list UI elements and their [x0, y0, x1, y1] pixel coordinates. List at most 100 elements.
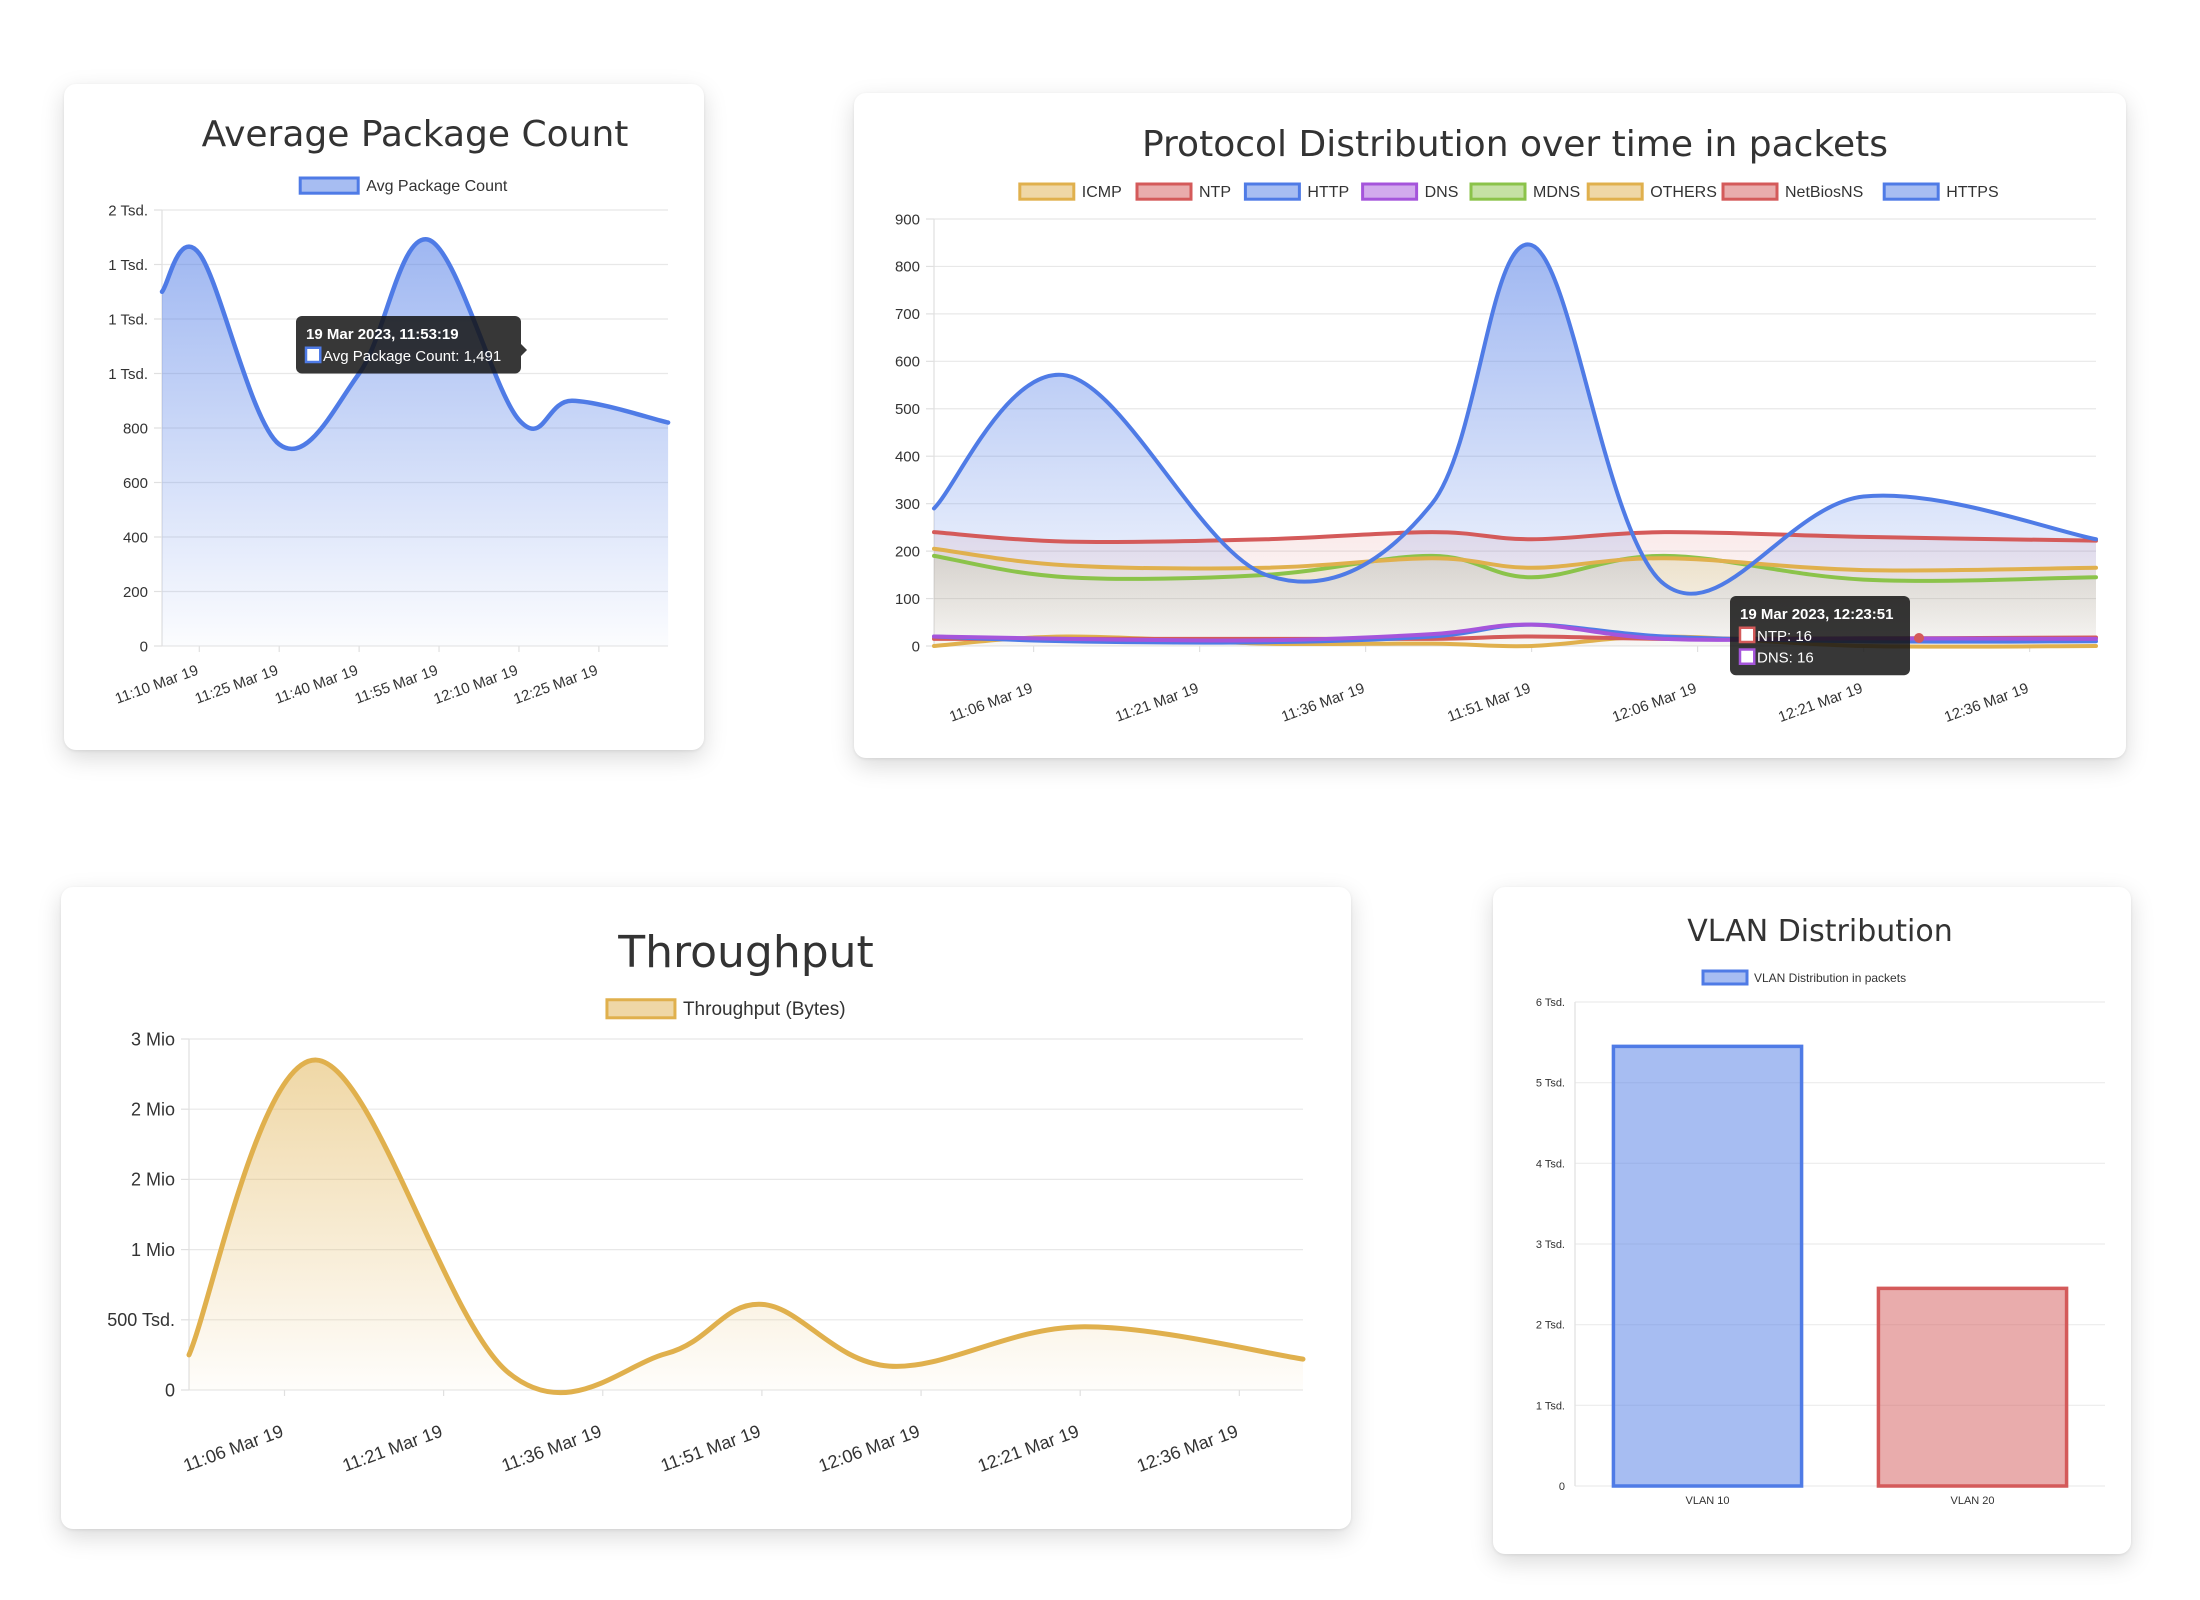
- y-tick-label: 800: [895, 259, 920, 276]
- x-tick-label: VLAN 20: [1950, 1495, 1994, 1507]
- x-tick-label: 11:55 Mar 19: [353, 662, 441, 708]
- avg-package-count-chart: Average Package Count Avg Package Count 0 2…: [108, 114, 671, 708]
- chart-title: Throughput: [617, 927, 874, 978]
- y-tick-label: 3 Tsd.: [1536, 1239, 1565, 1251]
- tooltip-title: 19 Mar 2023, 11:53:19: [306, 326, 459, 343]
- series-area: [934, 244, 2096, 646]
- x-tick-label: 12:10 Mar 19: [431, 662, 520, 708]
- tooltip-line: NTP: 16: [1757, 628, 1812, 645]
- legend-label: OTHERS: [1650, 184, 1717, 201]
- bar: [1611, 1044, 1804, 1488]
- x-tick-label: 11:36 Mar 19: [499, 1421, 604, 1476]
- legend-label: NTP: [1199, 184, 1231, 201]
- y-tick-label: 0: [1559, 1481, 1565, 1493]
- protocol-distribution-chart: Protocol Distribution over time in packe…: [895, 124, 2098, 726]
- y-tick-label: 1 Tsd.: [108, 311, 148, 328]
- legend-label: Avg Package Count: [366, 178, 508, 195]
- tooltip-box: [296, 316, 521, 374]
- tooltip-swatch: [1738, 626, 1756, 644]
- y-tick-label: 0: [165, 1380, 175, 1400]
- x-tick-label: 12:36 Mar 19: [1134, 1421, 1241, 1476]
- y-tick-label: 2 Tsd.: [108, 202, 148, 219]
- x-tick-label: 12:06 Mar 19: [816, 1421, 923, 1476]
- legend-swatch: [1243, 182, 1301, 201]
- tooltip-line: Avg Package Count: 1,491: [323, 348, 501, 365]
- throughput-card: Throughput Throughput (Bytes) 0 500 Tsd. 1 M…: [61, 887, 1351, 1529]
- chart-title: Average Package Count: [202, 114, 629, 155]
- legend-label: Throughput (Bytes): [683, 999, 846, 1020]
- legend-swatch: [1882, 182, 1940, 201]
- x-tick-label: 12:21 Mar 19: [1776, 680, 1865, 726]
- y-tick-label: 2 Mio: [131, 1100, 175, 1120]
- legend-swatch: [298, 176, 360, 195]
- y-tick-label: 1 Mio: [131, 1240, 175, 1260]
- vlan-distribution-card: VLAN Distribution VLAN Distribution in pa…: [1493, 887, 2131, 1554]
- y-tick-label: 900: [895, 211, 920, 228]
- legend-label: MDNS: [1533, 184, 1580, 201]
- x-tick-label: 12:36 Mar 19: [1942, 680, 2031, 726]
- y-tick-label: 800: [123, 420, 148, 437]
- tooltip-line: DNS: 16: [1757, 650, 1814, 667]
- x-tick-label: 11:51 Mar 19: [658, 1421, 763, 1476]
- y-tick-label: 2 Tsd.: [1536, 1320, 1565, 1332]
- x-tick-label: 11:06 Mar 19: [947, 680, 1035, 726]
- y-tick-label: 200: [895, 543, 920, 560]
- y-tick-label: 200: [123, 584, 148, 601]
- legend-swatch: [1469, 182, 1527, 201]
- y-tick-label: 1 Tsd.: [108, 366, 148, 383]
- y-tick-label: 400: [895, 448, 920, 465]
- tooltip-swatch: [1738, 648, 1756, 665]
- y-tick-label: 600: [123, 475, 148, 492]
- y-tick-label: 1 Tsd.: [1536, 1400, 1565, 1412]
- y-tick-label: 700: [895, 306, 920, 323]
- legend-swatch: [1018, 182, 1076, 201]
- x-tick-label: 11:21 Mar 19: [340, 1421, 445, 1476]
- bar: [1876, 1286, 2069, 1488]
- legend-swatch: [1135, 182, 1193, 201]
- y-tick-label: 100: [895, 591, 920, 608]
- legend-swatch: [1586, 182, 1644, 201]
- protocol-distribution-card: Protocol Distribution over time in packe…: [854, 93, 2126, 758]
- throughput-chart: Throughput Throughput (Bytes) 0 500 Tsd. 1 M…: [107, 927, 1306, 1476]
- x-tick-label: 11:06 Mar 19: [181, 1421, 286, 1476]
- y-tick-label: 6 Tsd.: [1536, 997, 1565, 1009]
- chart-title: Protocol Distribution over time in packe…: [1142, 124, 1888, 165]
- active-point: [1914, 633, 1924, 643]
- legend-label: NetBiosNS: [1785, 184, 1863, 201]
- chart-title: VLAN Distribution: [1687, 914, 1952, 949]
- tooltip-title: 19 Mar 2023, 12:23:51: [1740, 606, 1893, 623]
- y-tick-label: 500: [895, 401, 920, 418]
- legend-swatch: [605, 998, 677, 1020]
- legend-label: HTTPS: [1946, 184, 1998, 201]
- x-tick-label: 11:40 Mar 19: [273, 662, 361, 708]
- x-tick-label: 12:06 Mar 19: [1610, 680, 1699, 726]
- y-tick-label: 0: [140, 638, 148, 655]
- y-tick-label: 2 Mio: [131, 1170, 175, 1190]
- series-area: [162, 239, 669, 646]
- legend-swatch: [1701, 969, 1749, 986]
- x-tick-label: 12:25 Mar 19: [511, 662, 600, 708]
- tooltip-caret: [521, 344, 527, 356]
- legend-label: ICMP: [1082, 184, 1122, 201]
- legend-label: VLAN Distribution in packets: [1754, 971, 1906, 985]
- y-tick-label: 5 Tsd.: [1536, 1078, 1565, 1090]
- y-tick-label: 4 Tsd.: [1536, 1158, 1565, 1170]
- series-area: [189, 1060, 1303, 1393]
- vlan-distribution-chart: VLAN Distribution VLAN Distribution in pa…: [1536, 914, 2105, 1507]
- y-tick-label: 0: [912, 638, 920, 655]
- avg-package-count-card: Average Package Count Avg Package Count 0 2…: [64, 84, 704, 750]
- x-tick-label: 11:25 Mar 19: [193, 662, 281, 708]
- x-tick-label: 11:10 Mar 19: [113, 662, 201, 708]
- y-tick-label: 500 Tsd.: [107, 1310, 175, 1330]
- legend-label: HTTP: [1307, 184, 1349, 201]
- y-tick-label: 400: [123, 529, 148, 546]
- y-tick-label: 1 Tsd.: [108, 257, 148, 274]
- x-tick-label: VLAN 10: [1685, 1495, 1729, 1507]
- x-tick-label: 12:21 Mar 19: [975, 1421, 1082, 1476]
- legend-label: DNS: [1425, 184, 1459, 201]
- legend-swatch: [1721, 182, 1779, 201]
- tooltip-swatch: [304, 346, 322, 364]
- y-tick-label: 300: [895, 496, 920, 513]
- legend-swatch: [1361, 182, 1419, 201]
- y-tick-label: 3 Mio: [131, 1029, 175, 1049]
